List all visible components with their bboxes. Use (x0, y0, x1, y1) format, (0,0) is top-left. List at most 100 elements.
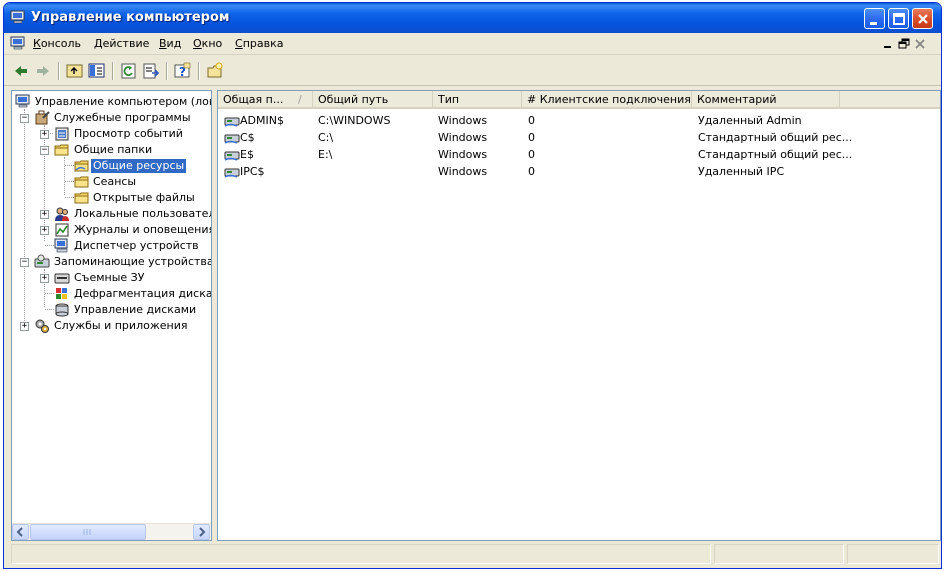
tree-item-event-viewer[interactable]: + Просмотр событий (12, 126, 211, 142)
menu-help-accel: С (235, 37, 243, 50)
tree-label: Запоминающие устройства (54, 255, 212, 268)
tree-horizontal-scrollbar[interactable] (12, 523, 211, 540)
menu-console-label: онсоль (40, 37, 82, 50)
tree-item-shares[interactable]: Общие ресурсы (12, 158, 211, 174)
share-path: C:\ (318, 131, 334, 144)
help-icon[interactable]: ? (174, 62, 192, 80)
expand-icon[interactable]: + (40, 130, 49, 139)
tree-item-shared-folders[interactable]: − Общие папки (12, 142, 211, 158)
status-panel-tertiary (847, 544, 939, 564)
menu-view[interactable]: Вид (159, 37, 181, 50)
column-header-filler (840, 91, 940, 109)
tree-item-open-files[interactable]: Открытые файлы (12, 190, 211, 206)
tree-item-perf-logs[interactable]: + Журналы и оповещения пр (12, 222, 212, 238)
client-count: 0 (528, 148, 535, 161)
list-row[interactable]: C$ C:\ Windows 0 Стандартный общий рес..… (218, 130, 940, 147)
expand-icon[interactable]: + (40, 274, 49, 283)
console-tree[interactable]: Управление компьютером (локаль − Служебн… (11, 90, 212, 541)
column-header-share-path[interactable]: Общий путь (313, 91, 433, 109)
list-row[interactable]: IPC$ Windows 0 Удаленный IPC (218, 164, 940, 181)
tree-item-storage[interactable]: − Запоминающие устройства (12, 254, 212, 270)
tree-connector (65, 165, 74, 166)
event-viewer-icon (54, 126, 70, 142)
collapse-icon[interactable]: − (20, 258, 29, 267)
tree-label: Дефрагментация диска (74, 287, 212, 300)
client-count: 0 (528, 131, 535, 144)
collapse-icon[interactable]: − (20, 114, 29, 123)
menu-help[interactable]: Справка (235, 37, 283, 50)
tree-item-root[interactable]: Управление компьютером (локаль (12, 94, 211, 110)
show-hide-tree-icon[interactable] (88, 62, 106, 80)
toolbar-separator (112, 62, 114, 80)
expand-icon[interactable]: + (20, 322, 29, 331)
scroll-thumb[interactable] (30, 524, 146, 540)
computer-icon (10, 10, 26, 25)
up-level-icon[interactable] (66, 62, 84, 80)
export-list-icon[interactable] (142, 62, 160, 80)
tree-item-services-apps[interactable]: + Службы и приложения (12, 318, 211, 334)
menu-help-label: правка (242, 37, 284, 50)
column-label: Комментарий (697, 93, 777, 106)
toolbar-separator (166, 62, 168, 80)
tree-label: Журналы и оповещения пр (74, 223, 212, 236)
share-type: Windows (438, 148, 488, 161)
collapse-icon[interactable]: − (40, 146, 49, 155)
shared-folder-icon (54, 142, 70, 158)
menu-action[interactable]: Действие (94, 37, 149, 50)
maximize-button[interactable] (888, 8, 909, 29)
client-count: 0 (528, 165, 535, 178)
menu-bar: Консоль Действие Вид Окно Справка (4, 33, 941, 55)
tree-root-label: Управление компьютером (локаль (35, 95, 211, 108)
child-minimize-icon[interactable] (881, 37, 896, 51)
tree-label: Сеансы (93, 175, 137, 188)
menu-console[interactable]: Консоль (33, 37, 81, 50)
column-header-comment[interactable]: Комментарий (692, 91, 840, 109)
child-close-icon[interactable] (913, 37, 928, 51)
device-manager-icon (54, 238, 70, 254)
share-type: Windows (438, 165, 488, 178)
tree-item-device-manager[interactable]: Диспетчер устройств (12, 238, 211, 254)
console-icon (10, 36, 26, 51)
tree-label: Диспетчер устройств (74, 239, 199, 252)
new-share-icon[interactable] (206, 62, 224, 80)
status-bar (11, 544, 941, 564)
shares-list[interactable]: Общая п... / Общий путь Тип # Клиентские… (217, 90, 941, 541)
toolbar: ? (4, 56, 941, 86)
close-button[interactable] (912, 8, 933, 29)
tree-item-defrag[interactable]: Дефрагментация диска (12, 286, 212, 302)
computer-management-icon (15, 94, 31, 110)
share-comment: Стандартный общий рес... (698, 131, 853, 144)
back-arrow-icon[interactable] (12, 62, 30, 80)
menu-window[interactable]: Окно (193, 37, 222, 50)
column-header-share-name[interactable]: Общая п... / (218, 91, 313, 109)
expand-icon[interactable]: + (40, 210, 49, 219)
child-restore-icon[interactable] (897, 37, 912, 51)
tree-connector (45, 245, 54, 246)
tree-item-sessions[interactable]: Сеансы (12, 174, 211, 190)
share-path: E:\ (318, 148, 333, 161)
column-header-type[interactable]: Тип (433, 91, 522, 109)
share-icon (224, 131, 240, 145)
forward-arrow-icon[interactable] (34, 62, 52, 80)
expand-icon[interactable]: + (40, 226, 49, 235)
tree-item-disk-management[interactable]: Управление дисками (12, 302, 211, 318)
tree-item-system-tools[interactable]: − Служебные программы (12, 110, 211, 126)
scroll-left-button[interactable] (12, 524, 29, 540)
sort-indicator-icon: / (298, 93, 302, 106)
defrag-icon (54, 286, 70, 302)
list-row[interactable]: ADMIN$ C:\WINDOWS Windows 0 Удаленный Ad… (218, 113, 940, 130)
tree-connector (45, 309, 54, 310)
tree-item-removable-storage[interactable]: + Съемные ЗУ (12, 270, 211, 286)
title-bar[interactable]: Управление компьютером (4, 3, 941, 33)
scroll-right-button[interactable] (193, 524, 210, 540)
list-row[interactable]: E$ E:\ Windows 0 Стандартный общий рес..… (218, 147, 940, 164)
tree-label: Общие папки (74, 143, 153, 156)
share-icon (224, 165, 240, 179)
menu-window-accel: О (193, 37, 202, 50)
share-name: E$ (240, 148, 254, 161)
tree-connector (65, 181, 74, 182)
minimize-button[interactable] (864, 8, 885, 29)
refresh-icon[interactable] (120, 62, 138, 80)
column-header-client-connections[interactable]: # Клиентские подключения (522, 91, 692, 109)
tree-item-local-users[interactable]: + Локальные пользователи и (12, 206, 211, 222)
